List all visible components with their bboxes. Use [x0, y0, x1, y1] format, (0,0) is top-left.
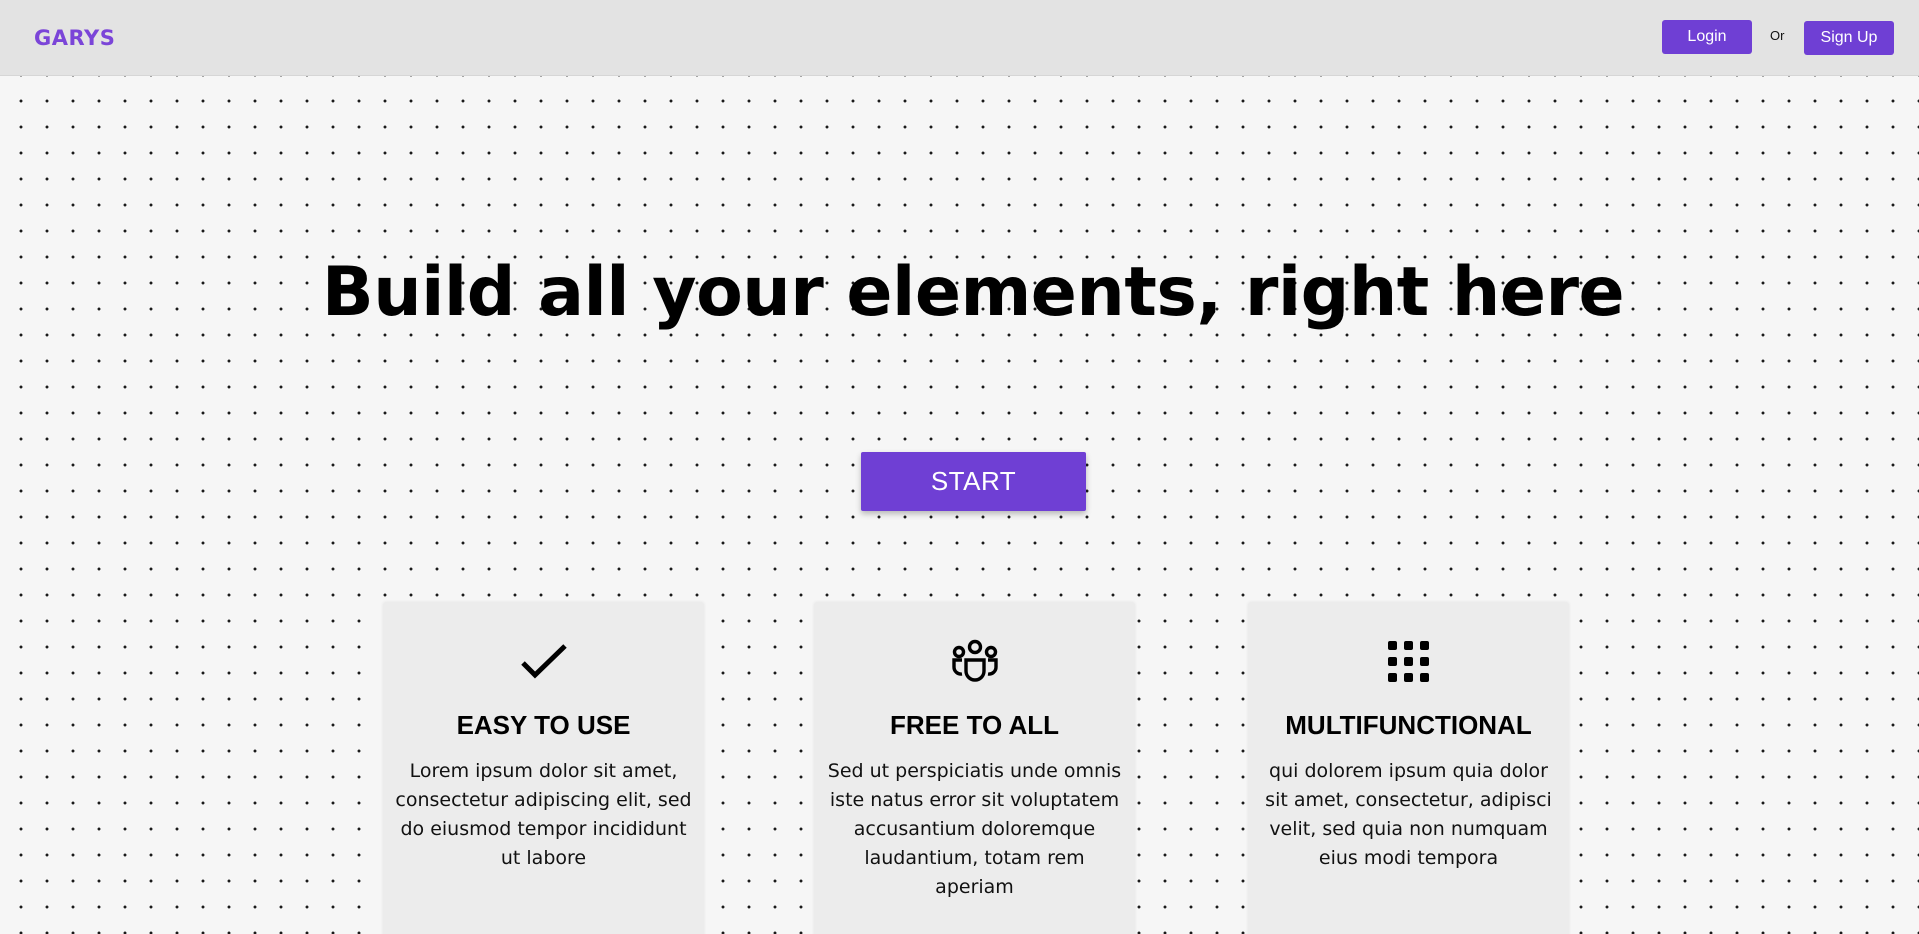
feature-title: MULTIFUNCTIONAL [1285, 710, 1532, 740]
signup-button[interactable]: Sign Up [1804, 21, 1894, 55]
feature-title: FREE TO ALL [890, 710, 1059, 740]
feature-description: Lorem ipsum dolor sit amet, consectetur … [395, 760, 692, 869]
people-group-icon [814, 638, 1135, 686]
or-separator: Or [1770, 28, 1785, 43]
feature-card-free-to-all: FREE TO ALL Sed ut perspiciatis unde omn… [814, 602, 1135, 934]
login-button[interactable]: Login [1662, 20, 1752, 54]
feature-description: Sed ut perspiciatis unde omnis iste natu… [827, 760, 1122, 898]
checkmark-icon [383, 638, 704, 686]
feature-title: EASY TO USE [456, 710, 631, 740]
hero-title: Build all your elements, right here [321, 253, 1625, 332]
grid-dots-icon [1248, 638, 1569, 686]
start-button[interactable]: START [861, 452, 1086, 511]
feature-card-multifunctional: MULTIFUNCTIONAL qui dolorem ipsum quia d… [1248, 602, 1569, 934]
feature-description: qui dolorem ipsum quia dolor sit amet, c… [1265, 760, 1552, 869]
feature-card-easy-to-use: EASY TO USE Lorem ipsum dolor sit amet, … [383, 602, 704, 934]
navbar: GARYS Login Or Sign Up [0, 0, 1919, 76]
brand-logo[interactable]: GARYS [34, 26, 115, 50]
